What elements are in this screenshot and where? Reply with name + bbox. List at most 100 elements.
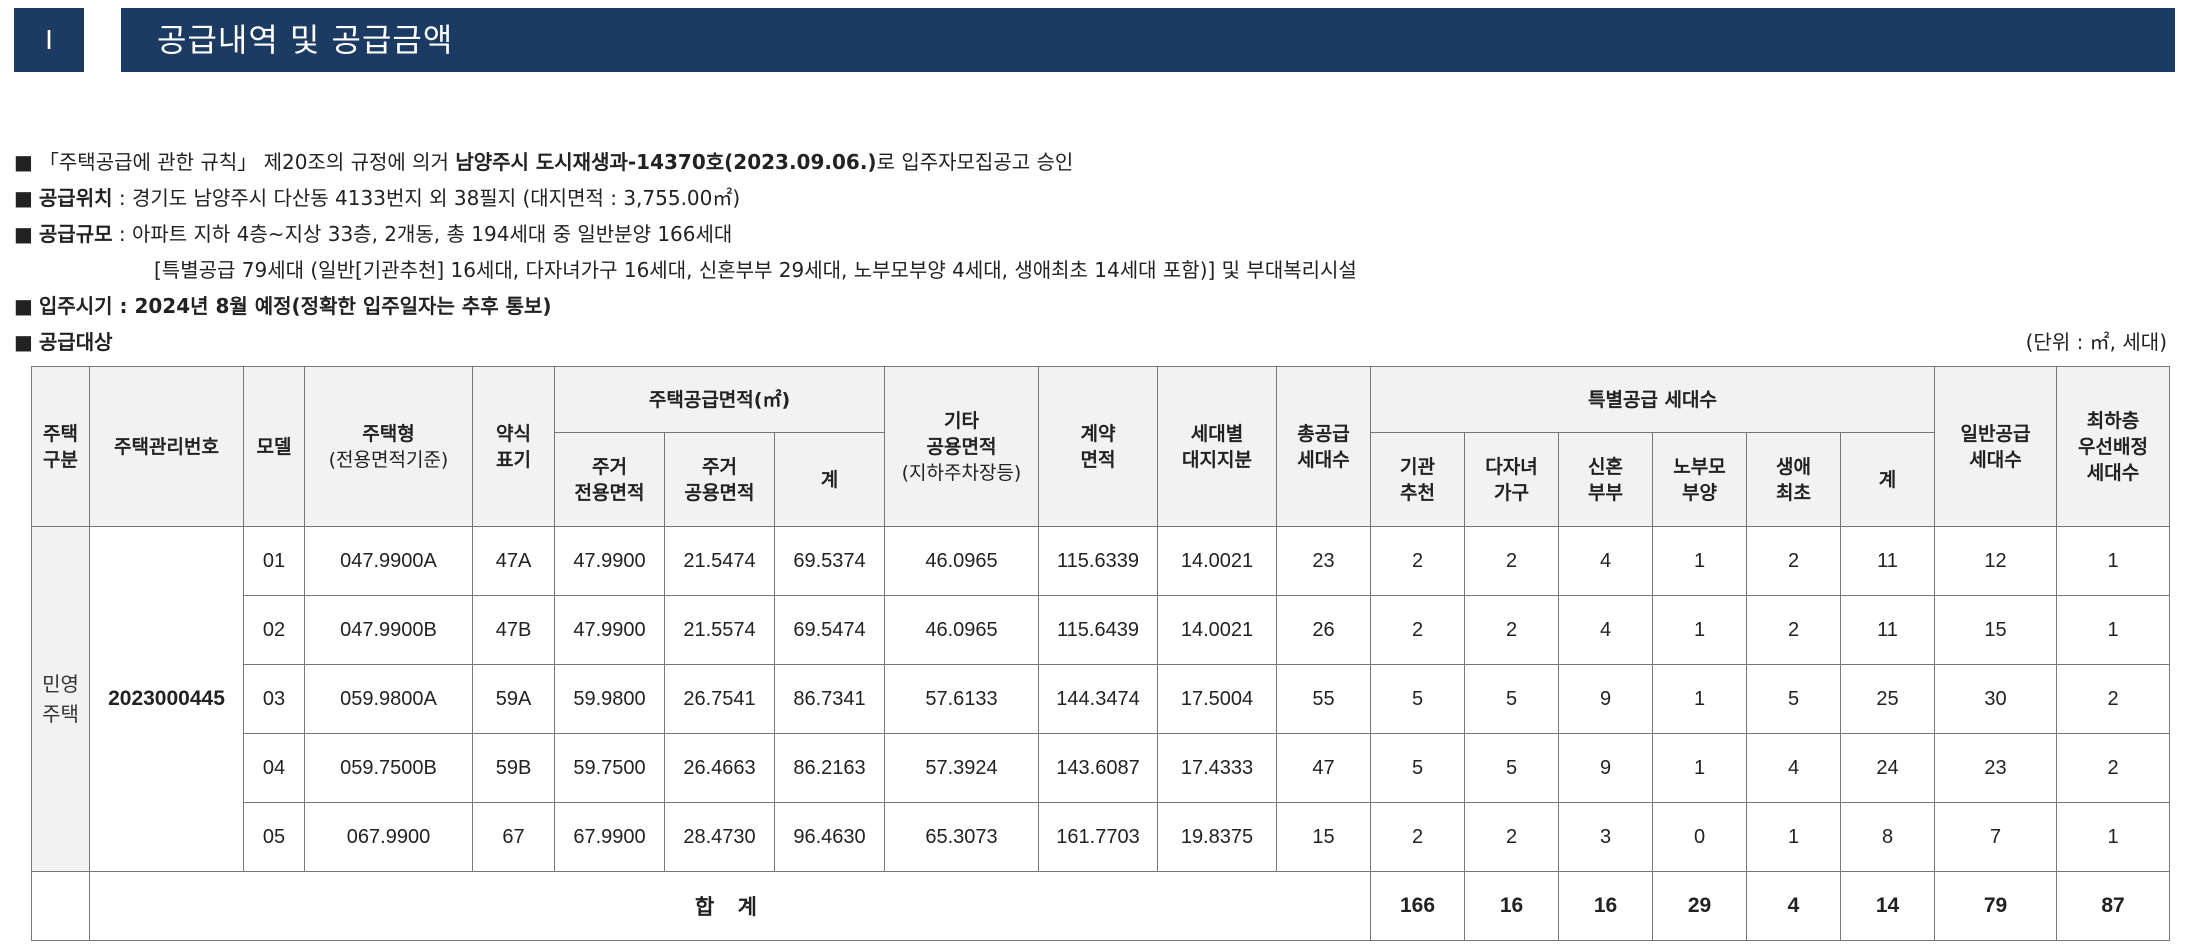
supply-table: 주택 구분 주택관리번호 모델 주택형 (전용면적기준) 약식 표기 주택공급면적(㎡…	[31, 366, 2171, 941]
target-line: ■ 공급대상 (단위 : ㎡, 세대)	[14, 324, 2181, 360]
cell-mark: 47B	[472, 595, 555, 665]
header-housing-type: 주택 구분	[31, 366, 90, 527]
cell-land: 17.5004	[1157, 664, 1277, 734]
header-elderly: 노부모 부양	[1652, 432, 1747, 527]
cell-model: 05	[243, 802, 305, 872]
cell-first: 1	[1746, 802, 1841, 872]
cell-model: 02	[243, 595, 305, 665]
header-general-supply: 일반공급 세대수	[1934, 366, 2058, 527]
cell-lowest: 1	[2056, 526, 2171, 596]
cell-form: 047.9900B	[304, 595, 473, 665]
cell-newly: 4	[1558, 526, 1653, 596]
cell-comm: 26.7541	[664, 664, 775, 734]
cell-inst: 5	[1370, 733, 1465, 803]
cell-excl: 59.9800	[554, 664, 665, 734]
cell-area_sum: 86.2163	[774, 733, 885, 803]
cell-general: 12	[1934, 526, 2058, 596]
cell-land: 17.4333	[1157, 733, 1277, 803]
cell-general: 30	[1934, 664, 2058, 734]
header-total-supply: 총공급 세대수	[1276, 366, 1371, 527]
cell-form: 059.7500B	[304, 733, 473, 803]
cell-area_sum: 69.5474	[774, 595, 885, 665]
cell-inst: 2	[1370, 595, 1465, 665]
cell-elder: 1	[1652, 595, 1747, 665]
total-general: 87	[2056, 871, 2171, 941]
cell-inst: 2	[1370, 802, 1465, 872]
square-bullet-icon: ■	[14, 150, 33, 174]
cell-newly: 9	[1558, 664, 1653, 734]
table-row: 민영 주택 2023000445 01 047.9900A 47A 47.9900 21.54…	[31, 526, 2171, 872]
cell-lowest: 2	[2056, 733, 2171, 803]
cell-general: 7	[1934, 802, 2058, 872]
cell-first: 4	[1746, 733, 1841, 803]
move-in-line: ■ 입주시기 : 2024년 8월 예정(정확한 입주일자는 추후 통보)	[14, 288, 2181, 324]
cell-model: 04	[243, 733, 305, 803]
cell-sp_sum: 11	[1839, 526, 1936, 596]
table-row: 03 059.9800A 59A 59.9800 26.7541 86.7341 57.61…	[32, 664, 2171, 734]
table-row: 05 067.9900 67 67.9900 28.4730 96.4630 65.3073…	[32, 802, 2171, 872]
header-special-total: 계	[1839, 432, 1936, 527]
square-bullet-icon: ■	[14, 294, 33, 318]
cell-other: 46.0965	[884, 595, 1039, 665]
cell-mark: 47A	[472, 526, 555, 596]
cell-first: 2	[1746, 595, 1841, 665]
total-row: 합 계16616162941479877	[31, 871, 2171, 941]
cell-mark: 59B	[472, 733, 555, 803]
cell-form: 067.9900	[304, 802, 473, 872]
cell-other: 46.0965	[884, 526, 1039, 596]
total-sp_sum: 79	[1934, 871, 2058, 941]
scale-detail-line: [특별공급 79세대 (일반[기관추천] 16세대, 다자녀가구 16세대, 신…	[154, 258, 1357, 282]
cell-other: 57.6133	[884, 664, 1039, 734]
cell-multi: 2	[1464, 802, 1559, 872]
header-other-common: 기타 공용면적 (지하주차장등)	[884, 366, 1039, 527]
cell-multi: 5	[1464, 733, 1559, 803]
cell-newly: 9	[1558, 733, 1653, 803]
cell-sp_sum: 11	[1839, 595, 1936, 665]
cell-comm: 26.4663	[664, 733, 775, 803]
cell-area_sum: 96.4630	[774, 802, 885, 872]
cell-total: 55	[1276, 664, 1371, 734]
header-institution: 기관 추천	[1370, 432, 1465, 527]
table-row: 04 059.7500B 59B 59.7500 26.4663 86.2163 57.39…	[32, 733, 2171, 803]
header-contract-area: 계약 면적	[1038, 366, 1158, 527]
total-label: 합 계	[89, 871, 1371, 941]
header-multi-child: 다자녀 가구	[1464, 432, 1559, 527]
cell-form: 047.9900A	[304, 526, 473, 596]
cell-lowest: 1	[2056, 595, 2171, 665]
cell-contract: 115.6339	[1038, 526, 1158, 596]
total-first: 14	[1839, 871, 1936, 941]
square-bullet-icon: ■	[14, 222, 33, 246]
cell-excl: 59.7500	[554, 733, 665, 803]
square-bullet-icon: ■	[14, 330, 33, 354]
cell-excl: 47.9900	[554, 526, 665, 596]
cell-comm: 28.4730	[664, 802, 775, 872]
cell-elder: 1	[1652, 733, 1747, 803]
header-model: 모델	[243, 366, 305, 527]
header-first-life: 생애 최초	[1746, 432, 1841, 527]
header-supply-area: 주택공급면적(㎡)	[554, 366, 885, 433]
cell-contract: 115.6439	[1038, 595, 1158, 665]
cell-contract: 161.7703	[1038, 802, 1158, 872]
cell-general: 15	[1934, 595, 2058, 665]
cell-excl: 47.9900	[554, 595, 665, 665]
header-management-no: 주택관리번호	[89, 366, 244, 527]
total-inst: 16	[1464, 871, 1559, 941]
cell-multi: 5	[1464, 664, 1559, 734]
header-special-supply: 특별공급 세대수	[1369, 366, 1936, 433]
total-elder: 4	[1746, 871, 1841, 941]
cell-total: 23	[1276, 526, 1371, 596]
cell-elder: 0	[1652, 802, 1747, 872]
cell-elder: 1	[1652, 526, 1747, 596]
cell-comm: 21.5474	[664, 526, 775, 596]
header-exclusive-area: 주거 전용면적	[554, 432, 665, 527]
cell-first: 5	[1746, 664, 1841, 734]
square-bullet-icon: ■	[14, 186, 33, 210]
total-blank-cell	[31, 871, 90, 941]
section-header: I 공급내역 및 공급금액	[14, 8, 2181, 72]
table-row: 02 047.9900B 47B 47.9900 21.5574 69.5474 46.09…	[32, 595, 2171, 665]
cell-general: 23	[1934, 733, 2058, 803]
cell-area_sum: 86.7341	[774, 664, 885, 734]
table-body: 민영 주택 2023000445 01 047.9900A 47A 47.9900 21.54…	[31, 526, 2171, 941]
section-title: 공급내역 및 공급금액	[121, 8, 2175, 72]
cell-lowest: 2	[2056, 664, 2171, 734]
